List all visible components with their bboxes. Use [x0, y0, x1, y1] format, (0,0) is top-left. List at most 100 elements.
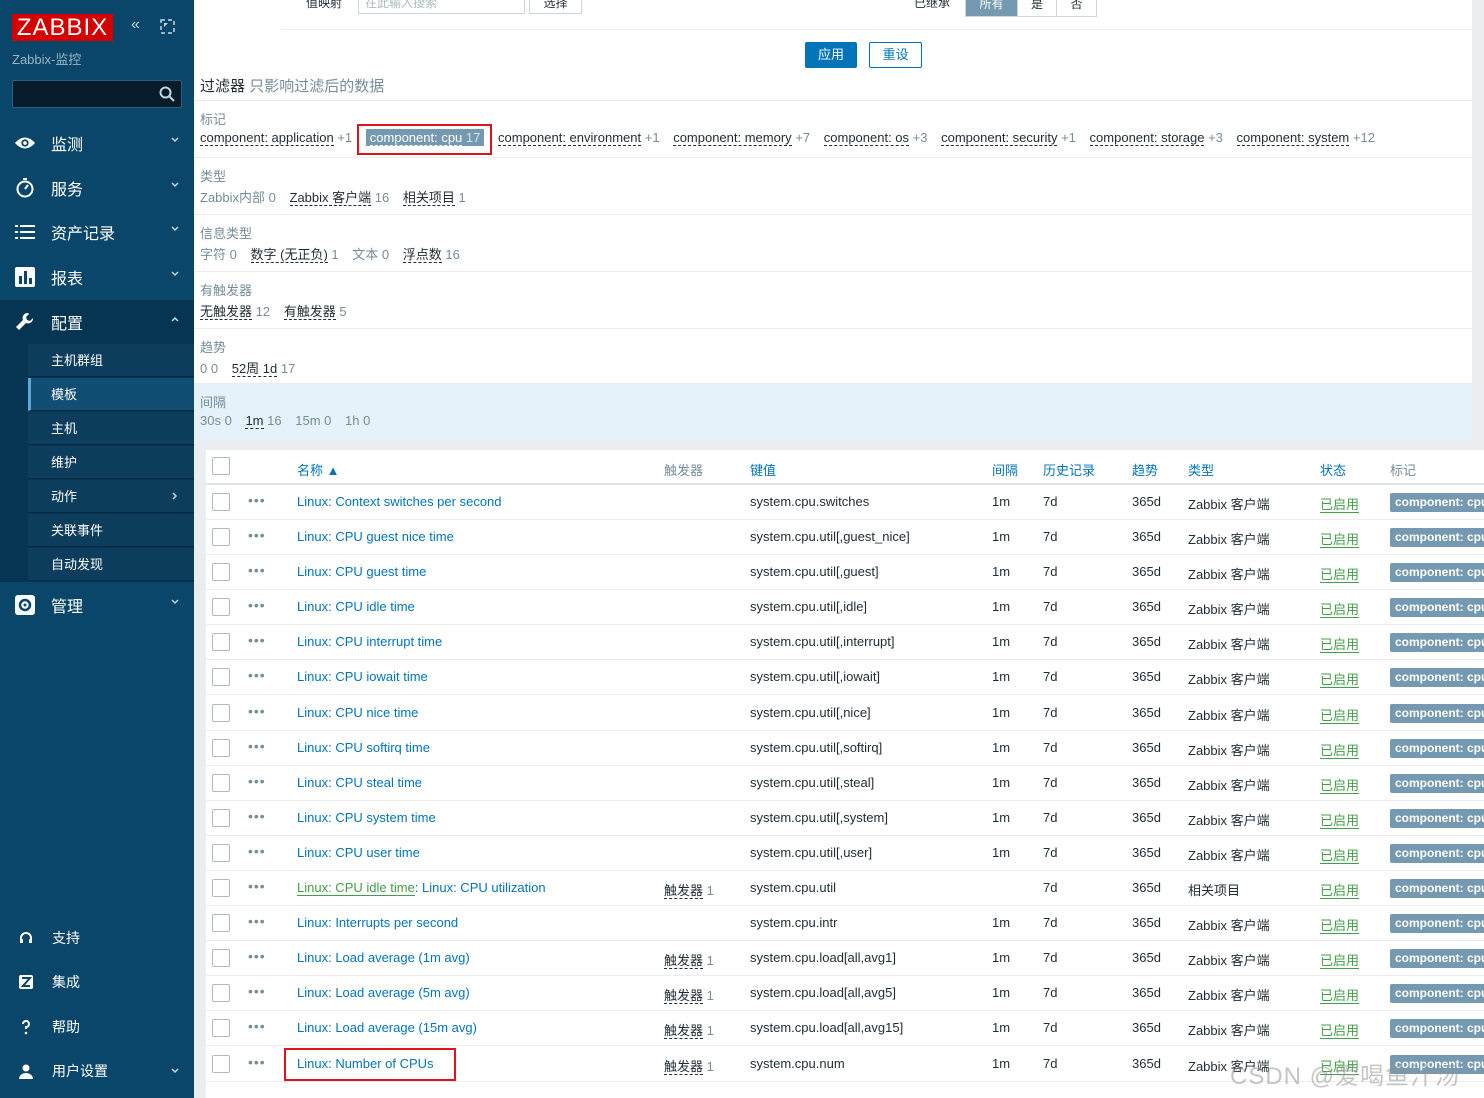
status-enabled-link[interactable]: 已启用 — [1320, 778, 1360, 794]
item-name-link[interactable]: : Linux: CPU utilization — [415, 880, 546, 895]
status-enabled-link[interactable]: 已启用 — [1320, 953, 1360, 969]
submenu-event-correlation[interactable]: 关联事件 — [28, 514, 194, 547]
row-checkbox[interactable] — [212, 493, 230, 511]
status-enabled-link[interactable]: 已启用 — [1320, 637, 1360, 653]
menu-user-settings[interactable]: 用户设置 — [0, 1051, 194, 1091]
more-actions-icon[interactable]: ••• — [248, 493, 268, 509]
status-enabled-link[interactable]: 已启用 — [1320, 1023, 1360, 1039]
trigger-filter-without[interactable]: 无触发器 — [200, 304, 253, 320]
sidebar-search-input[interactable] — [12, 80, 182, 108]
item-name[interactable]: Linux: CPU idle time: Linux: CPU utiliza… — [297, 880, 546, 896]
item-name-link[interactable]: CPU guest time — [335, 564, 426, 579]
menu-integrations[interactable]: 集成 — [0, 962, 194, 1002]
submenu-host-groups[interactable]: 主机群组 — [28, 344, 194, 377]
item-status[interactable]: 已启用 — [1320, 634, 1360, 653]
trigger-filter-with[interactable]: 有触发器 — [283, 304, 336, 320]
item-status[interactable]: 已启用 — [1320, 705, 1360, 724]
submenu-maintenance[interactable]: 维护 — [28, 446, 194, 479]
item-name-link[interactable]: CPU steal time — [335, 775, 422, 790]
col-trends-header[interactable]: 趋势 — [1132, 460, 1158, 479]
tag-filter-application[interactable]: component: application — [200, 130, 334, 146]
item-name[interactable]: Linux: CPU guest nice time — [297, 529, 454, 544]
item-name-link[interactable]: Load average (1m avg) — [335, 950, 469, 965]
more-actions-icon[interactable]: ••• — [248, 844, 268, 860]
item-name-link[interactable]: Context switches per second — [335, 494, 501, 509]
status-enabled-link[interactable]: 已启用 — [1320, 848, 1360, 864]
tag-filter-os[interactable]: component: os — [823, 130, 910, 146]
zabbix-logo[interactable]: ZABBIX — [12, 14, 113, 41]
row-checkbox[interactable] — [212, 1019, 230, 1037]
tag-filter-environment[interactable]: component: environment — [498, 130, 642, 146]
row-checkbox[interactable] — [212, 914, 230, 932]
triggers-link[interactable]: 触发器 — [664, 988, 704, 1004]
more-actions-icon[interactable]: ••• — [248, 563, 268, 579]
col-name-header[interactable]: 名称 ▲ — [297, 460, 339, 479]
status-enabled-link[interactable]: 已启用 — [1320, 672, 1360, 688]
more-actions-icon[interactable]: ••• — [248, 668, 268, 684]
submenu-discovery[interactable]: 自动发现 — [28, 548, 194, 581]
trend-filter-52w[interactable]: 52周 1d — [231, 361, 278, 377]
item-name-prefix[interactable]: Linux: CPU idle time — [297, 880, 415, 896]
menu-help[interactable]: 帮助 — [0, 1007, 194, 1047]
menu-inventory[interactable]: 资产记录 — [0, 210, 194, 254]
item-status[interactable]: 已启用 — [1320, 529, 1360, 548]
item-name[interactable]: Linux: Load average (5m avg) — [297, 985, 470, 1000]
row-checkbox[interactable] — [212, 844, 230, 862]
interval-filter-1m[interactable]: 1m — [245, 413, 264, 429]
status-enabled-link[interactable]: 已启用 — [1320, 918, 1360, 934]
type-filter-agent[interactable]: Zabbix 客户端 — [289, 190, 372, 206]
item-name-link[interactable]: Load average (5m avg) — [335, 985, 469, 1000]
item-name[interactable]: Linux: CPU softirq time — [297, 740, 430, 755]
item-name[interactable]: Linux: CPU interrupt time — [297, 634, 442, 649]
item-status[interactable]: 已启用 — [1320, 1020, 1360, 1039]
more-actions-icon[interactable]: ••• — [248, 774, 268, 790]
item-status[interactable]: 已启用 — [1320, 915, 1360, 934]
info-filter-unsigned[interactable]: 数字 (无正负) — [250, 247, 328, 263]
menu-reports[interactable]: 报表 — [0, 255, 194, 299]
submenu-templates[interactable]: 模板 — [28, 378, 194, 411]
inherited-option-no[interactable]: 否 — [1057, 0, 1096, 16]
item-name[interactable]: Linux: CPU guest time — [297, 564, 426, 579]
valuemap-select-button[interactable]: 选择 — [529, 0, 582, 14]
menu-services[interactable]: 服务 — [0, 166, 194, 210]
menu-monitoring[interactable]: 监测 — [0, 121, 194, 165]
submenu-actions[interactable]: 动作 — [28, 480, 194, 513]
row-checkbox[interactable] — [212, 879, 230, 897]
row-checkbox[interactable] — [212, 668, 230, 686]
more-actions-icon[interactable]: ••• — [248, 633, 268, 649]
apply-button[interactable]: 应用 — [805, 42, 857, 68]
kiosk-mode-icon[interactable] — [160, 19, 175, 39]
triggers-link[interactable]: 触发器 — [664, 1023, 704, 1039]
item-status[interactable]: 已启用 — [1320, 564, 1360, 583]
menu-support[interactable]: 支持 — [0, 918, 194, 958]
status-enabled-link[interactable]: 已启用 — [1320, 497, 1360, 513]
row-checkbox[interactable] — [212, 949, 230, 967]
col-key-header[interactable]: 键值 — [750, 460, 776, 479]
more-actions-icon[interactable]: ••• — [248, 598, 268, 614]
item-status[interactable]: 已启用 — [1320, 845, 1360, 864]
item-status[interactable]: 已启用 — [1320, 950, 1360, 969]
row-checkbox[interactable] — [212, 1055, 230, 1073]
item-status[interactable]: 已启用 — [1320, 810, 1360, 829]
status-enabled-link[interactable]: 已启用 — [1320, 988, 1360, 1004]
status-enabled-link[interactable]: 已启用 — [1320, 567, 1360, 583]
status-enabled-link[interactable]: 已启用 — [1320, 708, 1360, 724]
more-actions-icon[interactable]: ••• — [248, 528, 268, 544]
collapse-sidebar-icon[interactable]: « — [131, 16, 140, 34]
item-name-link[interactable]: Load average (15m avg) — [335, 1020, 477, 1035]
item-status[interactable]: 已启用 — [1320, 669, 1360, 688]
item-name-link[interactable]: Interrupts per second — [335, 915, 458, 930]
inherited-option-all[interactable]: 所有 — [966, 0, 1018, 16]
more-actions-icon[interactable]: ••• — [248, 879, 268, 895]
item-status[interactable]: 已启用 — [1320, 599, 1360, 618]
valuemap-input[interactable]: 在此输入搜索 — [358, 0, 525, 14]
col-interval-header[interactable]: 间隔 — [992, 460, 1018, 479]
type-filter-dependent[interactable]: 相关项目 — [402, 190, 455, 206]
more-actions-icon[interactable]: ••• — [248, 1055, 268, 1071]
item-name[interactable]: Linux: Load average (15m avg) — [297, 1020, 477, 1035]
status-enabled-link[interactable]: 已启用 — [1320, 743, 1360, 759]
item-name[interactable]: Linux: CPU steal time — [297, 775, 422, 790]
item-name-link[interactable]: CPU user time — [335, 845, 420, 860]
item-status[interactable]: 已启用 — [1320, 740, 1360, 759]
col-type-header[interactable]: 类型 — [1188, 460, 1214, 479]
